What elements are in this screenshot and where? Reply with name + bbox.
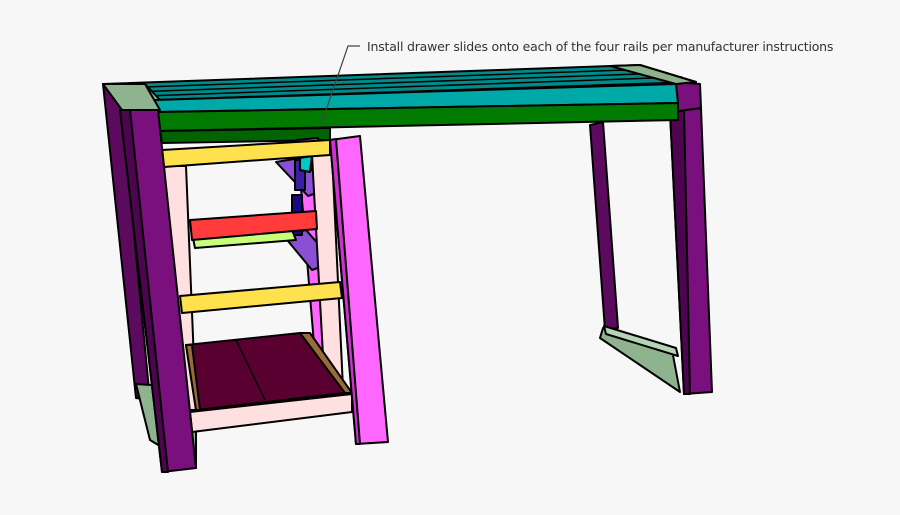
desk-top [102, 64, 697, 144]
desk-illustration [102, 45, 713, 473]
callout-annotation: Install drawer slides onto each of the f… [367, 39, 834, 54]
right-leg-frame [589, 81, 713, 395]
right-back-leg [589, 121, 619, 331]
desk-assembly-diagram: Install drawer slides onto each of the f… [0, 0, 900, 515]
drawer-cabinet [161, 135, 389, 445]
